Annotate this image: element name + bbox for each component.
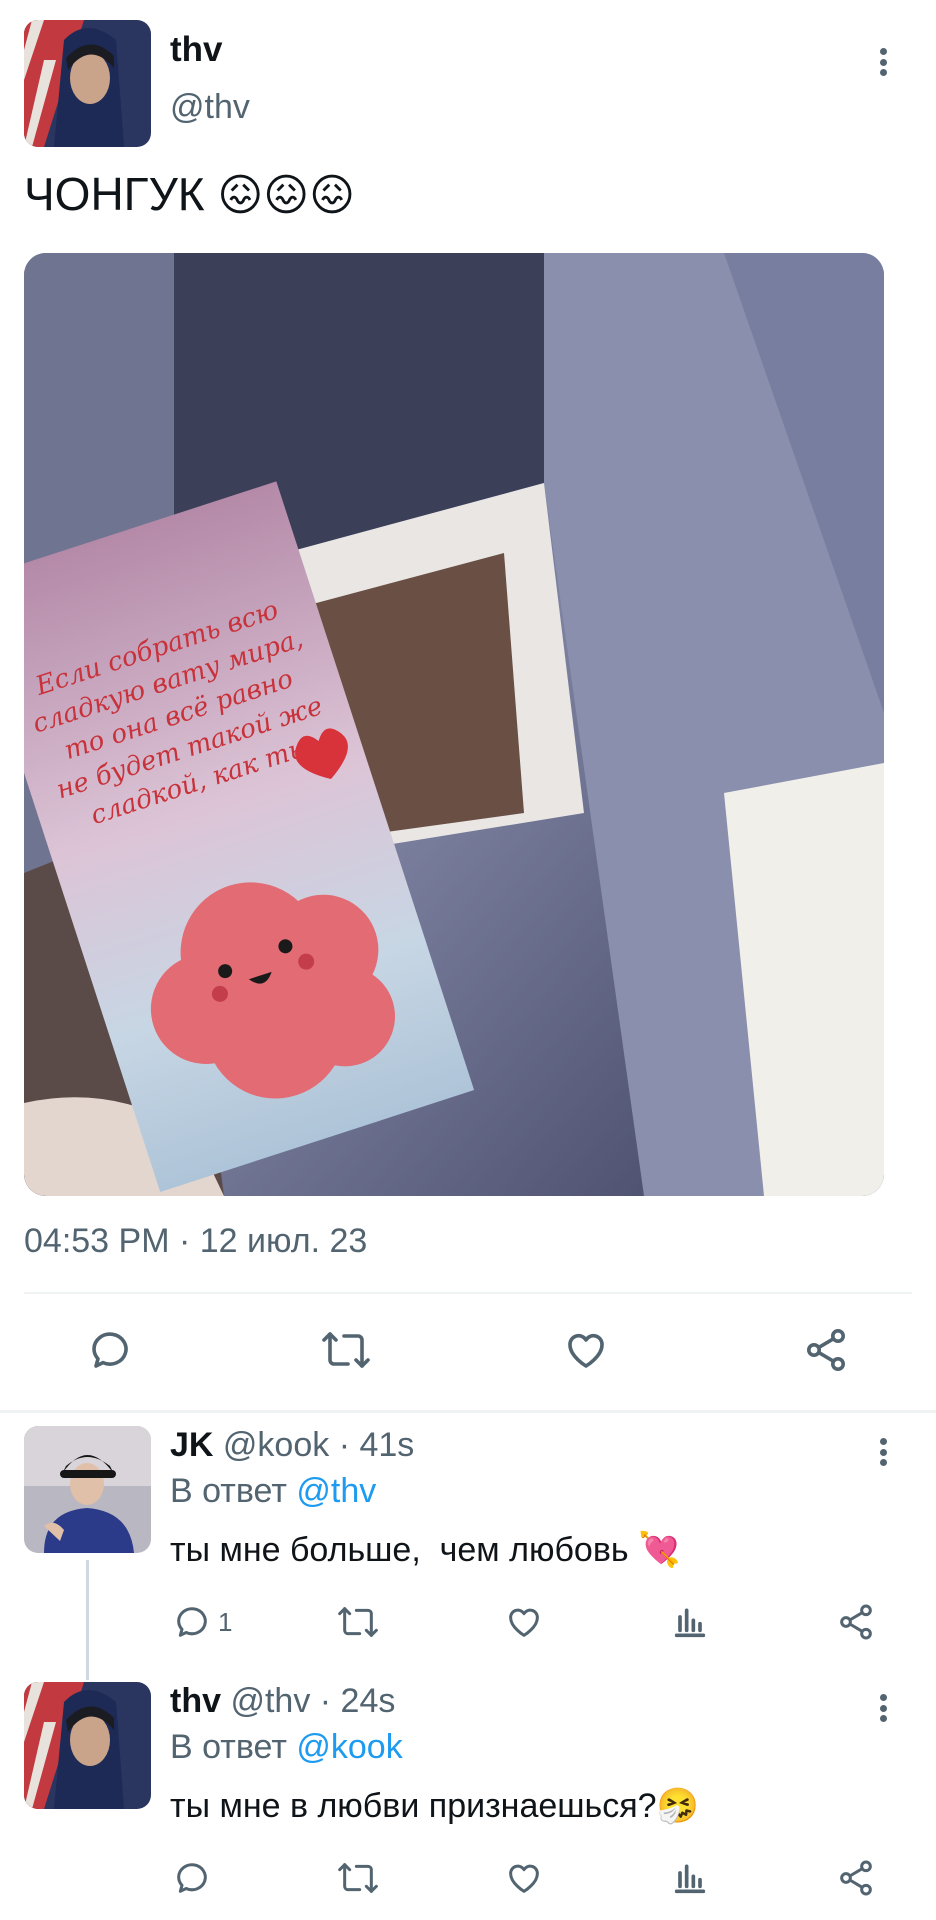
- section-divider: [0, 1410, 936, 1413]
- reply-2-retweet-icon[interactable]: [336, 1858, 380, 1898]
- reply-1-reply-prefix: В ответ: [170, 1472, 287, 1510]
- reply-1-time: · 41s: [338, 1426, 415, 1464]
- reply-2-more-options-icon[interactable]: [868, 1688, 898, 1728]
- more-options-icon[interactable]: [868, 42, 898, 82]
- reply-2-like-icon[interactable]: [504, 1858, 544, 1898]
- reply-2-share-icon[interactable]: [836, 1858, 876, 1898]
- reply-2-avatar[interactable]: [24, 1682, 151, 1809]
- divider: [24, 1292, 912, 1294]
- like-icon[interactable]: [562, 1326, 610, 1374]
- reply-2-emoji: 🤧: [656, 1787, 699, 1825]
- reply-2-text-body: ты мне в любви признаешься?: [170, 1787, 657, 1825]
- reply-1-more-options-icon[interactable]: [868, 1432, 898, 1472]
- reply-icon[interactable]: [86, 1326, 134, 1374]
- reply-1-views-icon[interactable]: [670, 1602, 710, 1642]
- reply-1-reply-to: В ответ @thv: [170, 1472, 376, 1511]
- reply-1-avatar[interactable]: [24, 1426, 151, 1553]
- retweet-icon[interactable]: [320, 1326, 372, 1374]
- reply-2-views-icon[interactable]: [670, 1858, 710, 1898]
- main-tweet-timestamp: 04:53 PM · 12 июл. 23: [24, 1222, 368, 1260]
- reply-1-share-icon[interactable]: [836, 1602, 876, 1642]
- tweet-media-image[interactable]: Если собрать всю сладкую вату мира, то о…: [24, 253, 884, 1196]
- emoji-3: 😖: [309, 171, 355, 220]
- main-tweet-text: ЧОНГУК 😖😖😖: [24, 166, 355, 224]
- thread-connector-line: [86, 1560, 89, 1680]
- main-author-name[interactable]: thv: [170, 30, 223, 70]
- share-icon[interactable]: [802, 1326, 850, 1374]
- reply-2-reply-to: В ответ @kook: [170, 1728, 403, 1767]
- reply-2-header: thv @thv · 24s: [170, 1682, 395, 1721]
- reply-1-header: JK @kook · 41s: [170, 1426, 414, 1465]
- reply-1-text: ты мне больше, чем любовь 💘: [170, 1530, 680, 1570]
- reply-1-text-body: ты мне больше, чем любовь: [170, 1531, 629, 1569]
- main-author-handle[interactable]: @thv: [170, 88, 250, 127]
- reply-1-author-name[interactable]: JK: [170, 1426, 213, 1464]
- reply-1-emoji: 💘: [638, 1531, 681, 1569]
- emoji-1: 😖: [217, 171, 264, 220]
- reply-2-text: ты мне в любви признаешься?🤧: [170, 1786, 699, 1826]
- reply-1-reply-icon[interactable]: 1: [172, 1602, 232, 1642]
- reply-2-reply-prefix: В ответ: [170, 1728, 287, 1766]
- reply-1-reply-count: 1: [218, 1606, 233, 1637]
- reply-1-like-icon[interactable]: [504, 1602, 544, 1642]
- reply-2-mention-link[interactable]: @kook: [296, 1728, 402, 1766]
- reply-1-mention-link[interactable]: @thv: [296, 1472, 376, 1510]
- reply-2-author-handle[interactable]: @thv: [230, 1682, 310, 1720]
- main-tweet-text-body: ЧОНГУК: [24, 168, 205, 220]
- reply-1-retweet-icon[interactable]: [336, 1602, 380, 1642]
- emoji-2: 😖: [263, 171, 310, 220]
- main-author-avatar[interactable]: [24, 20, 151, 147]
- reply-2-reply-icon[interactable]: [172, 1858, 212, 1898]
- reply-2-time: · 24s: [319, 1682, 396, 1720]
- reply-1-author-handle[interactable]: @kook: [223, 1426, 329, 1464]
- reply-2-author-name[interactable]: thv: [170, 1682, 221, 1720]
